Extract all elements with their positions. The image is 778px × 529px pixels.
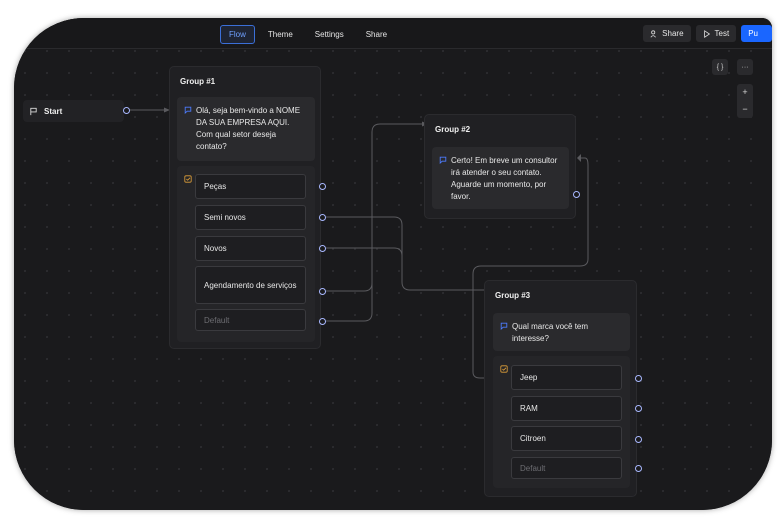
tab-flow[interactable]: Flow xyxy=(220,25,255,44)
jeep-output-port[interactable] xyxy=(635,375,642,382)
message-bubble-icon xyxy=(439,156,447,164)
braces-icon: { } xyxy=(716,63,724,71)
choice-agendamento[interactable]: Agendamento de serviços xyxy=(195,266,306,304)
play-icon xyxy=(703,29,710,38)
start-label: Start xyxy=(44,106,63,116)
group-2-message[interactable]: Certo! Em breve um consultor irá atender… xyxy=(432,147,569,209)
group-1-message[interactable]: Olá, seja bem-vindo a NOME DA SUA EMPRES… xyxy=(177,97,315,161)
users-icon xyxy=(650,29,657,37)
agendamento-output-port[interactable] xyxy=(319,288,326,295)
publish-button-label: Pu xyxy=(748,29,758,38)
ram-output-port[interactable] xyxy=(635,405,642,412)
zoom-in-button[interactable]: + xyxy=(742,88,747,97)
group-3-default-output-port[interactable] xyxy=(635,465,642,472)
editor-tabs: Flow Theme Settings Share xyxy=(220,25,396,44)
start-output-port[interactable] xyxy=(123,107,130,114)
top-actions: Share Test Pu xyxy=(643,25,772,42)
choice-citroen[interactable]: Citroen xyxy=(511,426,622,451)
group-2-message-text: Certo! Em breve um consultor irá atender… xyxy=(451,156,558,201)
group-3-message-text: Qual marca você tem interesse? xyxy=(512,322,589,343)
checkbox-icon xyxy=(500,365,508,373)
tab-settings[interactable]: Settings xyxy=(306,25,353,44)
app-window: Flow Theme Settings Share Share Test Pu … xyxy=(14,18,772,510)
default-output-port[interactable] xyxy=(319,318,326,325)
choice-pecas[interactable]: Peças xyxy=(195,174,306,199)
pecas-output-port[interactable] xyxy=(319,183,326,190)
message-bubble-icon xyxy=(500,322,508,330)
code-view-button[interactable]: { } xyxy=(712,59,728,75)
ellipsis-icon: ··· xyxy=(741,63,749,71)
group-3-title: Group #3 xyxy=(495,291,531,300)
group-1-title: Group #1 xyxy=(180,77,216,86)
top-bar: Flow Theme Settings Share Share Test Pu xyxy=(14,18,772,49)
group-1-choices: Peças Semi novos Novos Agendamento de se… xyxy=(177,166,315,342)
start-node[interactable]: Start xyxy=(23,100,124,122)
tab-share[interactable]: Share xyxy=(357,25,396,44)
choice-default[interactable]: Default xyxy=(195,309,306,331)
group-2-output-port[interactable] xyxy=(573,191,580,198)
choice-default[interactable]: Default xyxy=(511,457,622,479)
choice-semi-novos[interactable]: Semi novos xyxy=(195,205,306,230)
checkbox-icon xyxy=(184,175,192,183)
test-button[interactable]: Test xyxy=(695,25,737,42)
flag-icon xyxy=(30,107,37,115)
group-1-message-text: Olá, seja bem-vindo a NOME DA SUA EMPRES… xyxy=(196,106,301,151)
group-2-title: Group #2 xyxy=(435,125,471,134)
flow-canvas[interactable] xyxy=(14,18,772,510)
choice-novos[interactable]: Novos xyxy=(195,236,306,261)
choice-jeep[interactable]: Jeep xyxy=(511,365,622,390)
choice-ram[interactable]: RAM xyxy=(511,396,622,421)
novos-output-port[interactable] xyxy=(319,245,326,252)
group-2[interactable]: Group #2 Certo! Em breve um consultor ir… xyxy=(424,114,576,219)
citroen-output-port[interactable] xyxy=(635,436,642,443)
test-button-label: Test xyxy=(714,29,730,38)
group-3-message[interactable]: Qual marca você tem interesse? xyxy=(493,313,630,351)
tab-theme[interactable]: Theme xyxy=(259,25,302,44)
share-button-label: Share xyxy=(662,29,684,38)
group-1[interactable]: Group #1 Olá, seja bem-vindo a NOME DA S… xyxy=(169,66,321,349)
zoom-controls: + − xyxy=(737,84,753,118)
share-button[interactable]: Share xyxy=(643,25,691,42)
zoom-out-button[interactable]: − xyxy=(742,105,747,114)
publish-button[interactable]: Pu xyxy=(741,25,772,42)
semi-novos-output-port[interactable] xyxy=(319,214,326,221)
group-3-choices: Jeep RAM Citroen Default xyxy=(493,356,630,488)
message-bubble-icon xyxy=(184,106,192,114)
group-3[interactable]: Group #3 Qual marca você tem interesse? … xyxy=(484,280,637,497)
more-options-button[interactable]: ··· xyxy=(737,59,753,75)
